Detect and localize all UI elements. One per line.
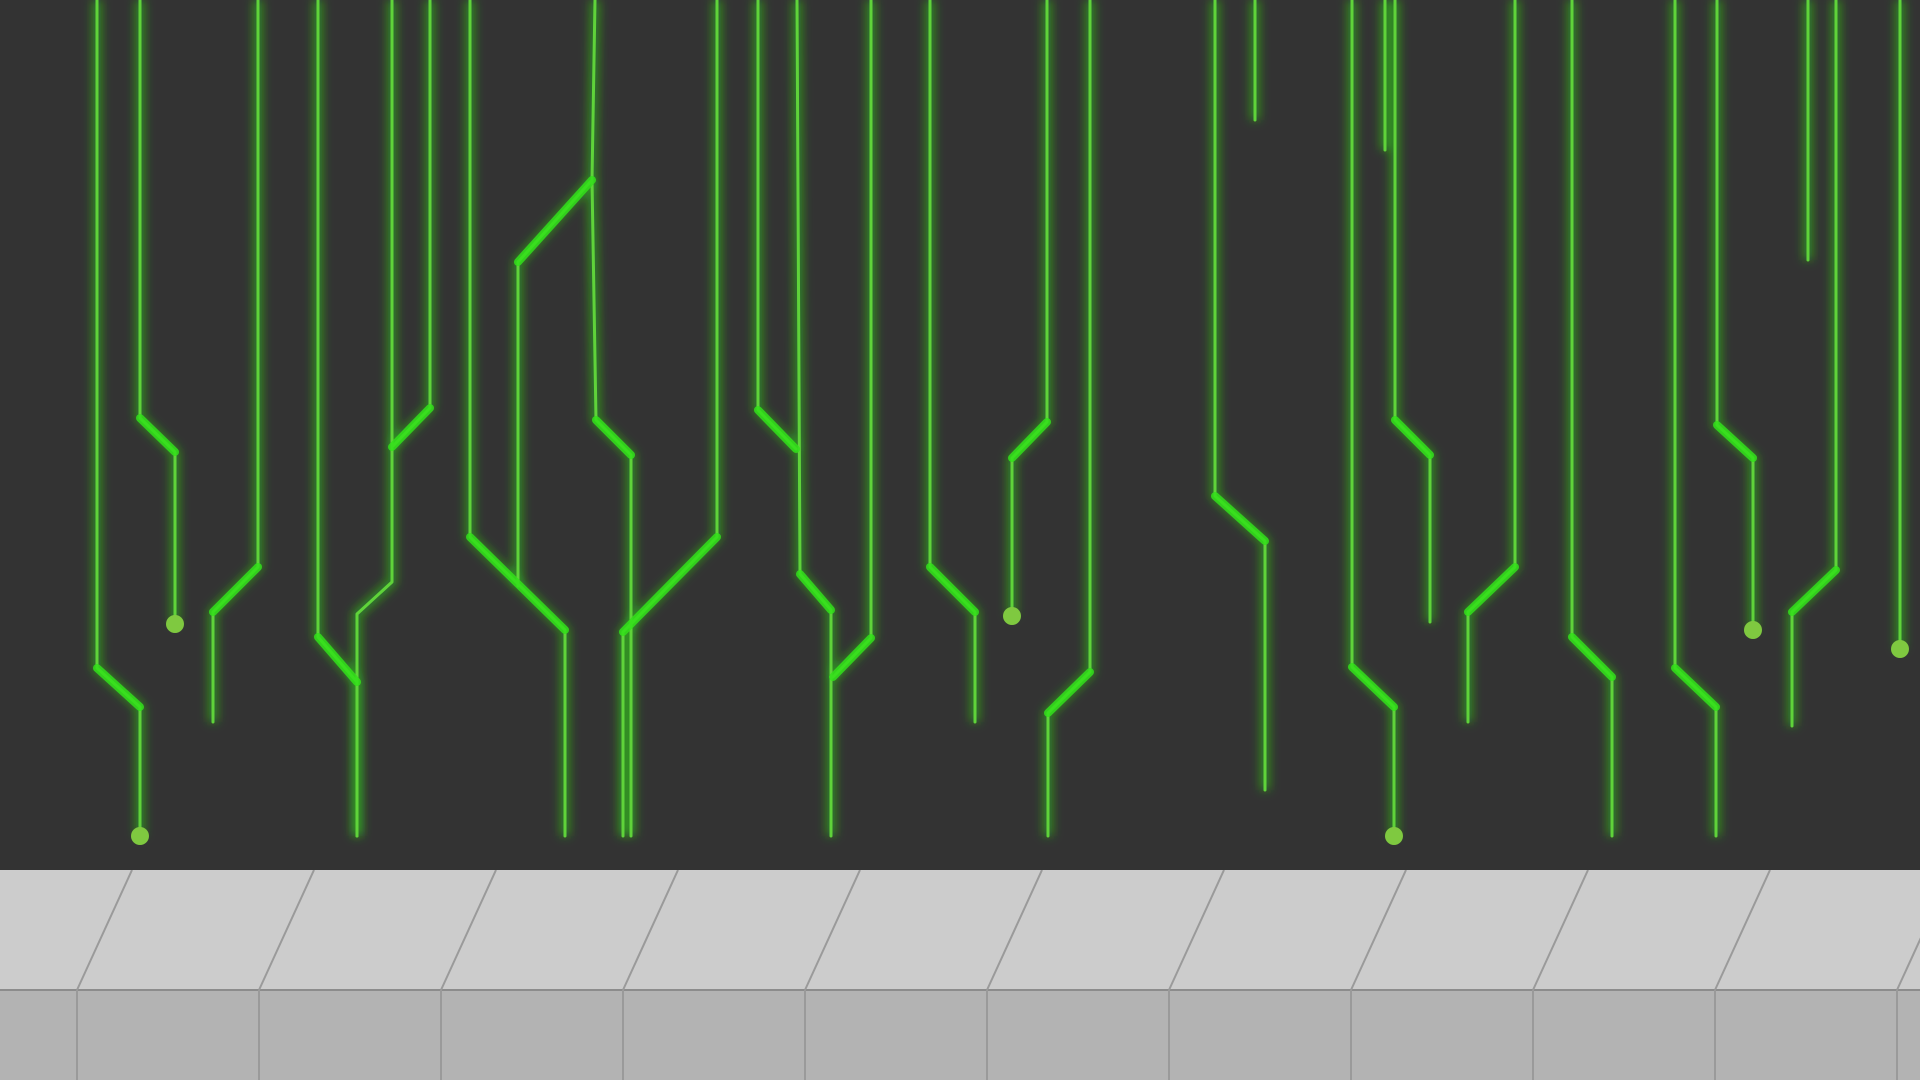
- circuit-trace-bend: [1044, 668, 1094, 717]
- circuit-terminal-node: [1003, 607, 1021, 625]
- circuit-trace: [95, 0, 142, 838]
- circuit-trace: [1010, 0, 1049, 618]
- circuit-trace-glow: [352, 0, 397, 836]
- circuit-trace-glow: [792, 0, 836, 836]
- circuit-trace-bend: [93, 664, 144, 711]
- circuit-trace: [1790, 0, 1838, 728]
- circuit-trace-bend: [1568, 633, 1616, 681]
- circuit-trace-glow: [753, 0, 800, 453]
- game-scene: [0, 0, 1920, 1080]
- circuit-trace-bend: [926, 563, 979, 616]
- circuit-trace-bend: [136, 414, 179, 456]
- circuit-trace-bend: [314, 633, 361, 686]
- circuit-trace-glow: [135, 0, 180, 624]
- circuit-trace-glow: [513, 0, 600, 586]
- circuit-trace-bend: [209, 563, 262, 616]
- tiled-floor-platform: [0, 870, 1920, 1080]
- circuit-trace-glow: [1390, 0, 1435, 622]
- circuit-terminal-node: [1891, 640, 1909, 658]
- circuit-trace-bend: [514, 176, 596, 266]
- circuit-trace: [1466, 0, 1517, 724]
- circuit-trace-bend: [388, 404, 434, 451]
- circuit-trace-bend: [1211, 492, 1269, 545]
- circuit-trace-bend: [1391, 416, 1434, 459]
- circuit-trace-glow: [1463, 0, 1520, 722]
- circuit-trace: [621, 0, 719, 838]
- circuit-trace: [1570, 0, 1614, 838]
- circuit-trace: [928, 0, 977, 724]
- circuit-trace-bend: [829, 634, 875, 681]
- circuit-trace: [390, 0, 432, 449]
- circuit-trace-bend: [1671, 664, 1720, 711]
- circuit-trace-glow: [313, 0, 362, 836]
- circuit-trace: [1673, 0, 1718, 838]
- circuit-trace: [1715, 0, 1755, 632]
- circuit-trace-glow: [92, 0, 145, 836]
- circuit-trace-bend: [619, 533, 721, 636]
- circuit-trace: [1393, 0, 1432, 624]
- circuit-terminal-node: [131, 827, 149, 845]
- circuit-trace: [138, 0, 177, 626]
- circuit-trace: [516, 0, 597, 588]
- circuit-trace-bend: [796, 570, 835, 614]
- circuit-glow: [92, 0, 1905, 836]
- circuit-trace-bend: [1008, 418, 1051, 462]
- circuit-trace-glow: [1787, 0, 1841, 726]
- circuit-trace-bend: [592, 416, 635, 459]
- circuit-trace-glow: [1007, 0, 1052, 616]
- circuit-trace-bend: [754, 406, 800, 453]
- floor-top-surface: [0, 870, 1920, 990]
- circuit-trace-glow: [618, 0, 722, 836]
- circuit-terminal-node: [1385, 827, 1403, 845]
- circuit-trace: [756, 0, 798, 451]
- circuit-trace-glow: [388, 0, 435, 451]
- circuit-trace: [831, 0, 873, 679]
- circuit-trace-glow: [1567, 0, 1617, 836]
- circuit-terminal-node: [166, 615, 184, 633]
- circuit-trace-bend: [1464, 563, 1519, 616]
- circuit-trace-glow: [208, 0, 263, 722]
- circuit-trace-glow: [925, 0, 980, 722]
- floor-front-face: [0, 990, 1920, 1080]
- circuit-traces: [93, 0, 1902, 838]
- circuit-trace-bend: [1713, 421, 1757, 462]
- circuit-trace: [211, 0, 260, 724]
- circuit-trace: [316, 0, 359, 838]
- circuit-trace: [355, 0, 394, 838]
- circuit-nodes: [131, 607, 1909, 845]
- circuit-trace-bend: [1348, 663, 1398, 711]
- circuit-trace-glow: [1712, 0, 1758, 630]
- circuit-trace-glow: [829, 0, 876, 681]
- circuit-trace-glow: [1670, 0, 1721, 836]
- circuit-terminal-node: [1744, 621, 1762, 639]
- circuit-trace-bend: [1788, 566, 1840, 616]
